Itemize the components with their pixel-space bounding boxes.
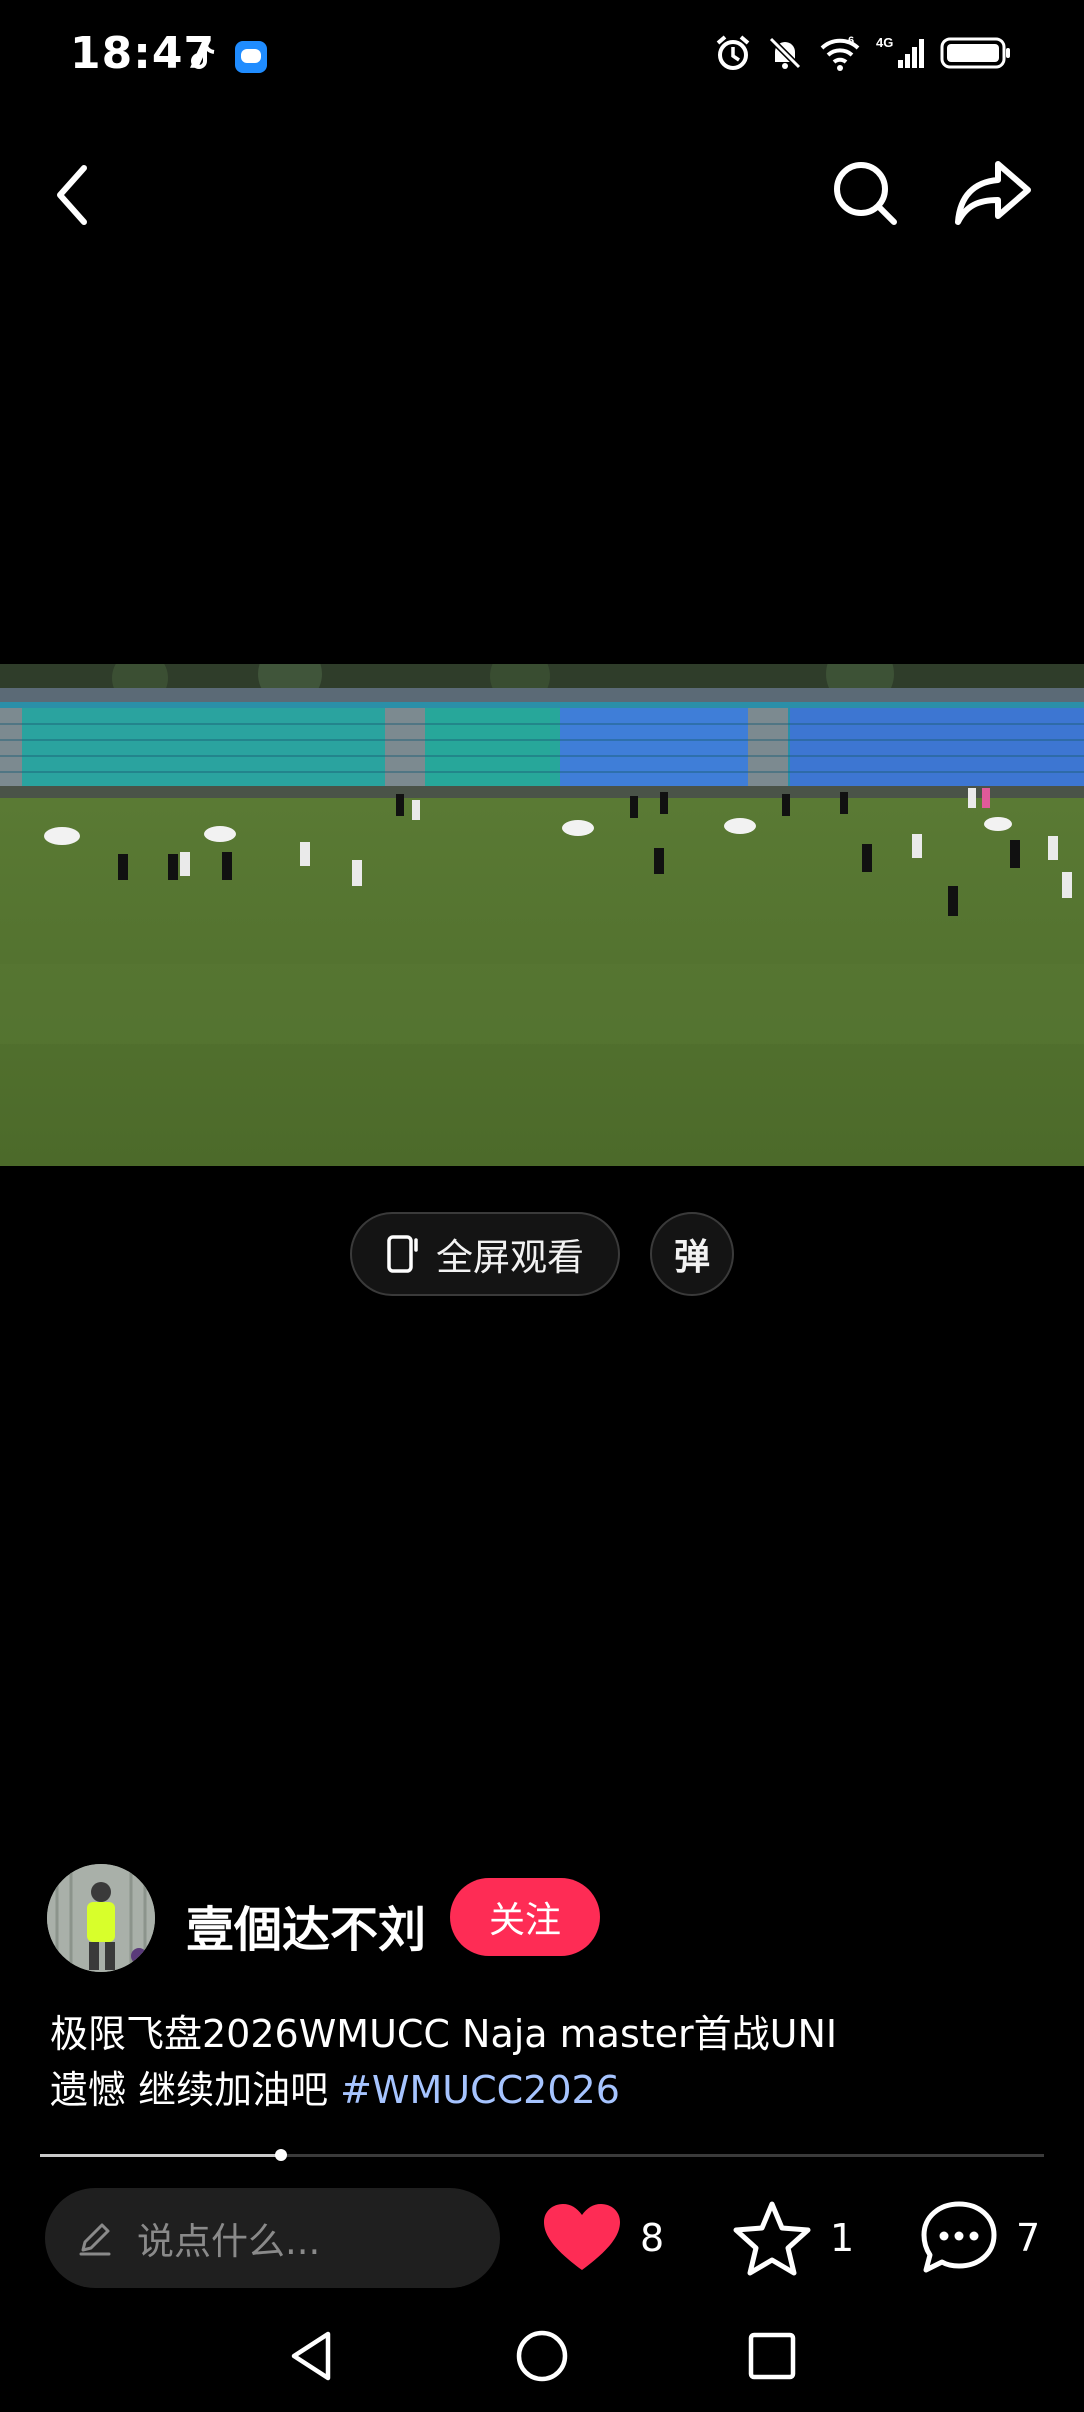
back-triangle-icon[interactable] [282,2326,342,2386]
follow-button[interactable]: 关注 [450,1878,600,1956]
fullscreen-button[interactable]: 全屏观看 [350,1212,620,1296]
favorite-button[interactable]: 1 [732,2200,854,2276]
fullscreen-label: 全屏观看 [436,1236,584,1279]
home-circle-icon[interactable] [512,2326,572,2386]
like-button[interactable]: 8 [542,2200,664,2276]
danmaku-label: 弹 [673,1237,710,1278]
search-icon[interactable] [830,158,900,228]
video-progress-bar[interactable] [40,2149,1044,2161]
pencil-icon [79,2223,111,2256]
avatar-image [47,1864,155,1972]
author-name[interactable]: 壹個达不刘 [186,1890,426,1960]
avatar[interactable] [47,1864,155,1972]
favorite-count: 1 [830,2216,855,2260]
wifi-icon: 6 [820,35,860,71]
battery-icon [940,37,1010,69]
video-progress-fill [40,2154,281,2157]
star-icon [733,2201,811,2276]
hashtag-link[interactable]: #WMUCC2026 [340,2068,620,2112]
wifi-badge: 6 [848,35,854,47]
signal-4g-icon: 4G [876,35,924,68]
network-label: 4G [876,35,893,50]
comment-placeholder: 说点什么... [137,2220,321,2263]
alarm-icon [716,35,750,70]
video-frame [0,664,1084,1166]
tiktok-icon [191,43,215,69]
video-progress-handle[interactable] [274,2149,287,2161]
caption-line-2: 遗憾 继续加油吧 [50,2068,329,2112]
status-bar: 18:47 6 4G [0,0,1084,110]
video-player[interactable] [0,664,1084,1166]
caption-line-1: 极限飞盘2026WMUCC Naja master首战UNI [50,2012,838,2056]
like-count: 8 [640,2216,665,2260]
danmaku-button[interactable]: 弹 [650,1212,734,1296]
heart-icon [544,2204,620,2270]
status-icons: 6 4G [714,34,1012,72]
comment-count: 7 [1016,2216,1041,2260]
comment-button[interactable]: 7 [920,2200,1040,2276]
video-caption: 极限飞盘2026WMUCC Naja master首战UNI 遗憾 继续加油吧 #… [50,2006,1040,2118]
recents-square-icon[interactable] [742,2326,802,2386]
fullscreen-icon [387,1235,418,1273]
message-bubble-icon [235,41,267,73]
comment-bubble-icon [921,2201,997,2273]
mute-bell-icon [768,36,802,70]
back-icon[interactable] [46,160,102,230]
comment-input[interactable]: 说点什么... [45,2188,500,2288]
share-icon[interactable] [954,156,1034,228]
